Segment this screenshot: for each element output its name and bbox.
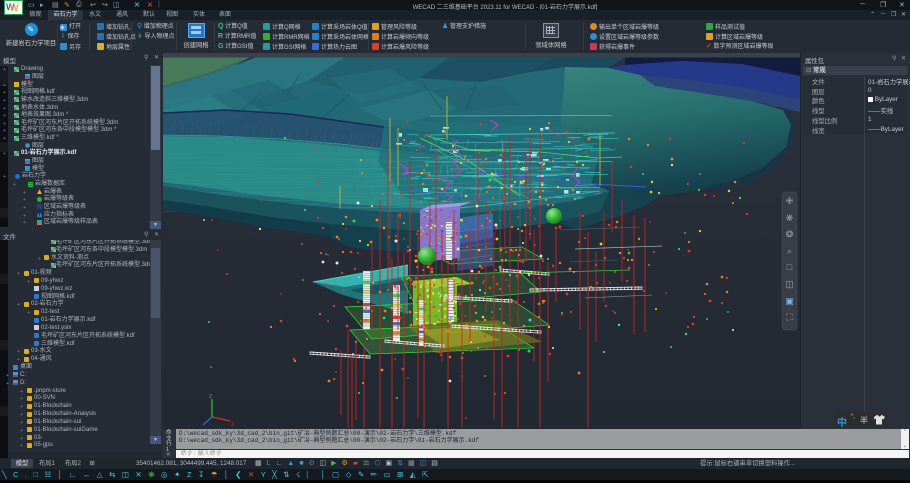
- svg-text:▣: ▣: [785, 296, 794, 306]
- svg-text:⌕: ⌕: [787, 246, 792, 256]
- svg-text:❂: ❂: [786, 229, 794, 239]
- svg-text:◫: ◫: [785, 279, 794, 289]
- svg-text:❋: ❋: [786, 213, 794, 223]
- svg-text:Z: Z: [209, 394, 212, 400]
- svg-text:✙: ✙: [786, 196, 794, 206]
- svg-text:⛶: ⛶: [785, 312, 793, 322]
- svg-text:□: □: [787, 262, 793, 272]
